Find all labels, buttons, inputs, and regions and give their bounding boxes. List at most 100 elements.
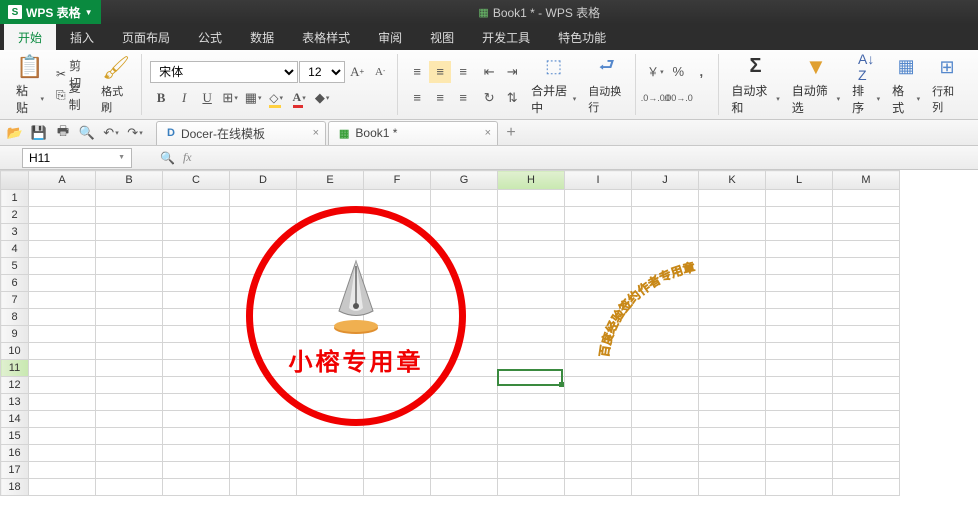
fill-color-button[interactable]: ◇▾ <box>265 87 287 109</box>
format-button[interactable]: ▦ 格式▾ <box>888 52 924 118</box>
cell-E16[interactable] <box>297 445 364 462</box>
row-header-6[interactable]: 6 <box>1 275 29 292</box>
cell-M8[interactable] <box>833 309 900 326</box>
percent-button[interactable]: % <box>667 61 689 83</box>
cell-C12[interactable] <box>163 377 230 394</box>
cell-E10[interactable] <box>297 343 364 360</box>
bold-button[interactable]: B <box>150 87 172 109</box>
row-header-2[interactable]: 2 <box>1 207 29 224</box>
col-header-I[interactable]: I <box>565 171 632 190</box>
row-header-1[interactable]: 1 <box>1 190 29 207</box>
cell-D1[interactable] <box>230 190 297 207</box>
row-header-3[interactable]: 3 <box>1 224 29 241</box>
cell-H9[interactable] <box>498 326 565 343</box>
currency-button[interactable]: ￥▾ <box>644 61 666 83</box>
cell-J10[interactable] <box>632 343 699 360</box>
cell-L11[interactable] <box>766 360 833 377</box>
cell-C15[interactable] <box>163 428 230 445</box>
cell-F16[interactable] <box>364 445 431 462</box>
merge-center-button[interactable]: ⬚ 合并居中▾ <box>527 52 580 118</box>
cell-K18[interactable] <box>699 479 766 496</box>
cell-K6[interactable] <box>699 275 766 292</box>
cell-K13[interactable] <box>699 394 766 411</box>
cell-G15[interactable] <box>431 428 498 445</box>
col-header-C[interactable]: C <box>163 171 230 190</box>
cell-J14[interactable] <box>632 411 699 428</box>
cell-C18[interactable] <box>163 479 230 496</box>
cell-E18[interactable] <box>297 479 364 496</box>
cell-J6[interactable] <box>632 275 699 292</box>
autosum-button[interactable]: Σ 自动求和▾ <box>727 52 783 118</box>
cell-M2[interactable] <box>833 207 900 224</box>
cell-A1[interactable] <box>29 190 96 207</box>
cell-B2[interactable] <box>96 207 163 224</box>
cell-L3[interactable] <box>766 224 833 241</box>
close-icon[interactable]: × <box>485 127 491 139</box>
row-header-4[interactable]: 4 <box>1 241 29 258</box>
cell-K17[interactable] <box>699 462 766 479</box>
cell-C6[interactable] <box>163 275 230 292</box>
menu-tab-7[interactable]: 视图 <box>416 24 468 50</box>
cell-H18[interactable] <box>498 479 565 496</box>
decrease-decimal-button[interactable]: .00→.0 <box>667 87 689 109</box>
cell-K2[interactable] <box>699 207 766 224</box>
cell-L7[interactable] <box>766 292 833 309</box>
cell-M18[interactable] <box>833 479 900 496</box>
cell-E9[interactable] <box>297 326 364 343</box>
cell-E12[interactable] <box>297 377 364 394</box>
cell-D13[interactable] <box>230 394 297 411</box>
cell-B1[interactable] <box>96 190 163 207</box>
cell-F7[interactable] <box>364 292 431 309</box>
cell-F9[interactable] <box>364 326 431 343</box>
cell-H8[interactable] <box>498 309 565 326</box>
cell-B3[interactable] <box>96 224 163 241</box>
cell-M14[interactable] <box>833 411 900 428</box>
fx-button[interactable]: fx <box>183 150 192 165</box>
cell-B16[interactable] <box>96 445 163 462</box>
align-bottom-button[interactable]: ≡ <box>452 61 474 83</box>
decrease-indent-button[interactable]: ⇤ <box>478 61 500 83</box>
col-header-A[interactable]: A <box>29 171 96 190</box>
cell-J9[interactable] <box>632 326 699 343</box>
cell-M7[interactable] <box>833 292 900 309</box>
select-all-corner[interactable] <box>1 171 29 190</box>
font-size-select[interactable]: 12 <box>299 61 345 83</box>
cell-H5[interactable] <box>498 258 565 275</box>
menu-tab-3[interactable]: 公式 <box>184 24 236 50</box>
cell-B4[interactable] <box>96 241 163 258</box>
cell-I14[interactable] <box>565 411 632 428</box>
clear-format-button[interactable]: ◆▾ <box>311 87 333 109</box>
cell-L4[interactable] <box>766 241 833 258</box>
increase-font-button[interactable]: A+ <box>346 61 368 83</box>
cell-C16[interactable] <box>163 445 230 462</box>
col-header-G[interactable]: G <box>431 171 498 190</box>
cell-B10[interactable] <box>96 343 163 360</box>
cell-F6[interactable] <box>364 275 431 292</box>
cell-G4[interactable] <box>431 241 498 258</box>
cell-L14[interactable] <box>766 411 833 428</box>
cell-M15[interactable] <box>833 428 900 445</box>
text-direction-button[interactable]: ⇅ <box>501 87 523 109</box>
cell-G9[interactable] <box>431 326 498 343</box>
cell-I5[interactable] <box>565 258 632 275</box>
cell-I2[interactable] <box>565 207 632 224</box>
border-button[interactable]: ⊞▾ <box>219 87 241 109</box>
cell-C5[interactable] <box>163 258 230 275</box>
cell-E3[interactable] <box>297 224 364 241</box>
cell-I16[interactable] <box>565 445 632 462</box>
row-header-17[interactable]: 17 <box>1 462 29 479</box>
cell-F11[interactable] <box>364 360 431 377</box>
add-tab-button[interactable]: + <box>500 122 522 144</box>
cell-A13[interactable] <box>29 394 96 411</box>
copy-button[interactable]: ⎘复制 <box>52 86 93 106</box>
cell-J17[interactable] <box>632 462 699 479</box>
cell-M13[interactable] <box>833 394 900 411</box>
row-header-9[interactable]: 9 <box>1 326 29 343</box>
cell-G5[interactable] <box>431 258 498 275</box>
undo-button[interactable]: ↶▾ <box>100 122 122 144</box>
cell-M12[interactable] <box>833 377 900 394</box>
cell-F18[interactable] <box>364 479 431 496</box>
close-icon[interactable]: × <box>313 127 319 139</box>
cell-I15[interactable] <box>565 428 632 445</box>
cell-B5[interactable] <box>96 258 163 275</box>
